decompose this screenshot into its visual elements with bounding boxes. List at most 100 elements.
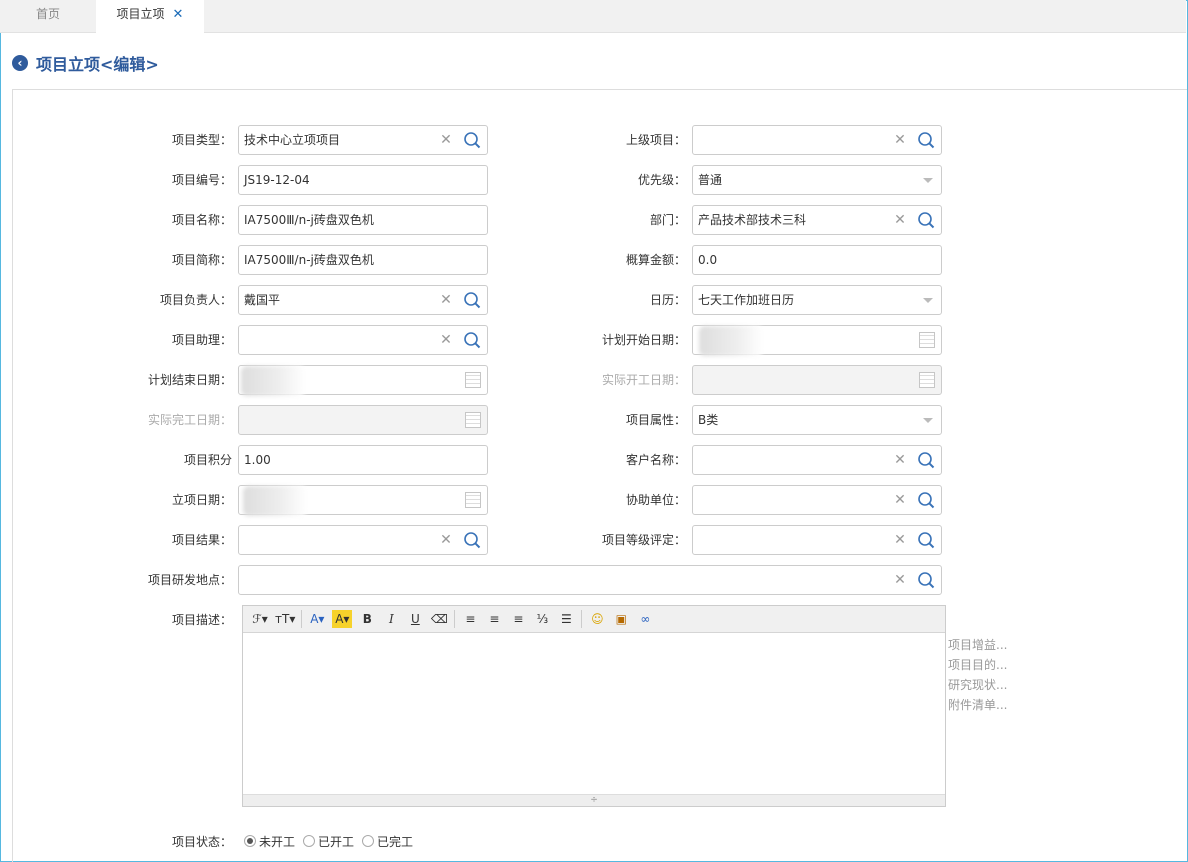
location-field[interactable]: ✕ [238,565,942,595]
priority-label: 优先级： [637,173,686,187]
project-name-input[interactable]: IA7500Ⅲ/n-j砖盘双色机 [238,205,488,235]
grade-field[interactable]: ✕ [692,525,942,555]
short-name-input[interactable]: IA7500Ⅲ/n-j砖盘双色机 [238,245,488,275]
status-radio-not-started[interactable]: 未开工 [244,833,295,850]
setup-date-input[interactable] [238,485,488,516]
calendar-icon[interactable] [919,332,935,348]
budget-input[interactable]: 0.0 [692,245,942,275]
bold-button[interactable]: B [358,610,376,628]
editor-resize-handle[interactable]: ÷ [243,794,945,806]
actual-start-label: 实际开工日期： [601,373,686,387]
result-field[interactable]: ✕ [238,525,488,555]
font-color-button[interactable]: A▾ [308,610,326,628]
search-icon[interactable] [917,211,935,229]
search-icon[interactable] [917,451,935,469]
priority-select[interactable]: 普通 [692,165,942,195]
points-label: 项目积分 [183,453,232,467]
clear-icon[interactable]: ✕ [439,333,453,347]
department-value: 产品技术部技术三科 [698,213,807,227]
parent-project-field[interactable]: ✕ [692,125,942,155]
redacted-value [243,486,307,516]
eraser-icon[interactable]: ⌫ [430,610,448,628]
leader-value: 戴国平 [244,293,281,307]
unordered-list-icon[interactable]: ☰ [557,610,575,628]
link-icon[interactable]: ∞ [636,610,654,628]
toolbar-divider [301,610,303,628]
font-family-button[interactable]: ℱ▾ [251,610,269,628]
toolbar-divider [454,610,456,628]
status-option-label: 未开工 [259,834,296,849]
tab-home[interactable]: 首页 [0,0,96,33]
description-editor[interactable]: ℱ▾ тT▾ A▾ A▾ B I U ⌫ ≡ ≡ ≡ ⅓ ☰ ☺ ▣ ∞ ÷ [242,605,946,807]
calendar-select[interactable]: 七天工作加班日历 [692,285,942,315]
align-right-icon[interactable]: ≡ [509,610,527,628]
editor-content-area[interactable] [243,633,945,794]
underline-button[interactable]: U [406,610,424,628]
customer-label: 客户名称： [625,453,686,467]
hint-item: 附件清单... [948,698,1008,712]
highlight-color-button[interactable]: A▾ [332,610,353,628]
calendar-icon [919,372,935,388]
department-field[interactable]: 产品技术部技术三科 ✕ [692,205,942,235]
clear-icon[interactable]: ✕ [439,133,453,147]
assistant-field[interactable]: ✕ [238,325,488,355]
clear-icon[interactable]: ✕ [893,213,907,227]
status-radio-group: 未开工 已开工 已完工 [244,831,421,851]
clear-icon[interactable]: ✕ [439,533,453,547]
plan-start-date-input[interactable] [692,325,942,356]
tab-project-setup-label: 项目立项 [116,7,165,21]
chevron-down-icon[interactable] [923,298,933,303]
italic-button[interactable]: I [382,610,400,628]
clear-icon[interactable]: ✕ [439,293,453,307]
chevron-down-icon[interactable] [923,418,933,423]
project-no-input[interactable]: JS19-12-04 [238,165,488,195]
radio-icon[interactable] [303,835,316,847]
radio-icon[interactable] [362,835,375,847]
status-radio-finished[interactable]: 已完工 [362,833,413,850]
plan-start-label: 计划开始日期： [601,333,686,347]
project-no-value: JS19-12-04 [244,173,310,187]
project-type-label: 项目类型： [171,133,232,147]
radio-icon[interactable] [244,835,256,847]
font-size-button[interactable]: тT▾ [275,610,295,628]
redacted-value [241,366,305,396]
emoji-icon[interactable]: ☺ [588,610,606,628]
clear-icon[interactable]: ✕ [893,453,907,467]
search-icon[interactable] [917,491,935,509]
page-header: ‹ 项目立项<编辑> [12,52,159,74]
status-option-label: 已完工 [377,834,414,849]
image-icon[interactable]: ▣ [612,610,630,628]
result-label: 项目结果： [171,533,232,547]
project-type-field[interactable]: 技术中心立项项目 ✕ [238,125,488,155]
back-icon[interactable]: ‹ [12,55,28,71]
customer-field[interactable]: ✕ [692,445,942,475]
chevron-down-icon[interactable] [923,178,933,183]
priority-value: 普通 [698,173,723,187]
clear-icon[interactable]: ✕ [893,133,907,147]
ordered-list-icon[interactable]: ⅓ [533,610,551,628]
tab-project-setup[interactable]: 项目立项 ✕ [96,0,204,33]
status-radio-started[interactable]: 已开工 [303,833,354,850]
actual-finish-date-input [238,405,488,435]
close-icon[interactable]: ✕ [173,7,184,22]
calendar-label: 日历： [649,293,686,307]
clear-icon[interactable]: ✕ [893,493,907,507]
leader-field[interactable]: 戴国平 ✕ [238,285,488,315]
clear-icon[interactable]: ✕ [893,533,907,547]
attribute-label: 项目属性： [625,413,686,427]
points-input[interactable]: 1.00 [238,445,488,475]
attribute-select[interactable]: B类 [692,405,942,435]
search-icon[interactable] [917,571,935,589]
search-icon[interactable] [917,131,935,149]
assist-unit-field[interactable]: ✕ [692,485,942,515]
align-left-icon[interactable]: ≡ [461,610,479,628]
plan-end-date-input[interactable] [238,365,488,396]
project-name-label: 项目名称： [171,213,232,227]
assistant-label: 项目助理： [171,333,232,347]
points-value: 1.00 [244,453,271,467]
actual-start-date-input [692,365,942,395]
clear-icon[interactable]: ✕ [893,573,907,587]
align-center-icon[interactable]: ≡ [485,610,503,628]
toolbar-divider [581,610,583,628]
search-icon[interactable] [917,531,935,549]
